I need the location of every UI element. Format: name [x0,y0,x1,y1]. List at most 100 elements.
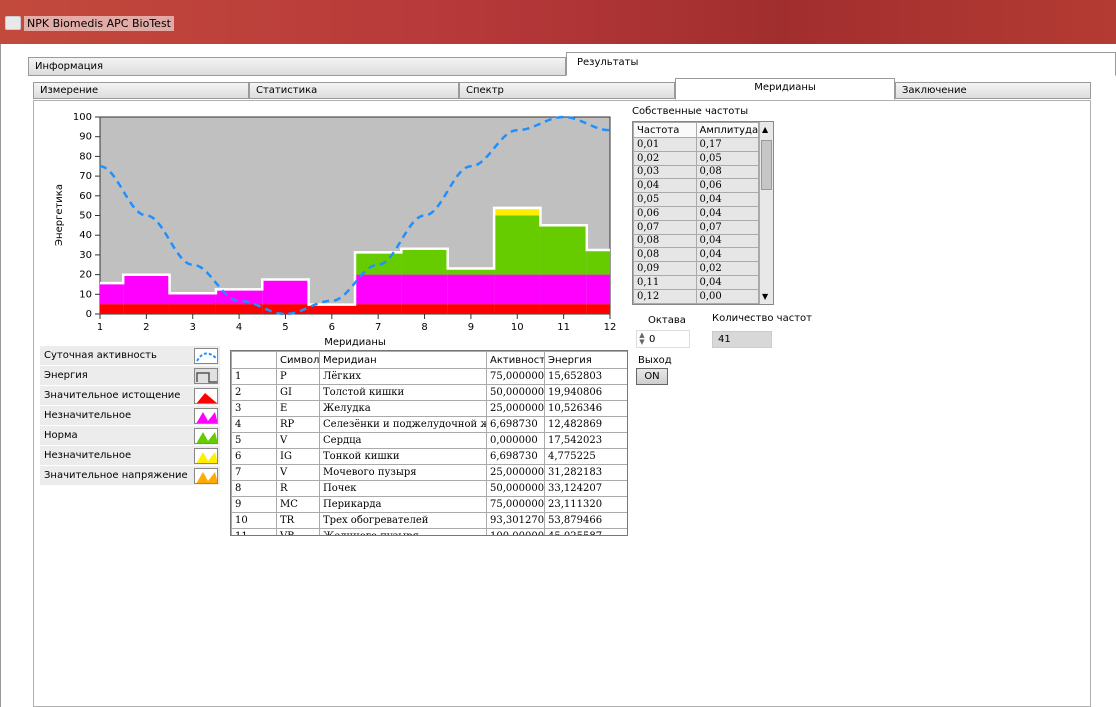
col-header-index [231,351,277,369]
green-area-icon [194,427,218,444]
amplitude-cell: 0,02 [695,261,759,276]
table-cell: 50,000000 [486,384,545,401]
yellow-area-icon [194,447,218,464]
tab-results[interactable]: Результаты [566,52,1116,76]
table-row[interactable]: 1 P Лёгких 75,000000 15,652803 [231,368,627,385]
table-cell: 45,025587 [544,528,627,535]
list-item[interactable]: 0,02 0,05 [633,150,759,166]
legend-item-severe-tension: Значительное напряжение [40,466,220,486]
amplitude-cell: 0,17 [695,137,759,152]
octave-stepper[interactable]: ▲ ▼ 0 [636,330,690,348]
tab-spectrum[interactable]: Спектр [459,82,675,99]
table-cell: 75,000000 [486,368,545,385]
legend-item-severe-depletion: Значительное истощение [40,386,220,406]
frequency-cell: 0,08 [633,233,697,249]
scroll-down-icon[interactable]: ▼ [762,292,768,301]
table-cell: GI [276,384,320,401]
table-cell: 75,000000 [486,496,545,513]
table-cell: 93,301270 [486,512,545,529]
list-item[interactable]: 0,07 0,07 [633,219,759,235]
table-cell: 3 [231,400,277,417]
table-cell: 10 [231,512,277,529]
x-axis-label: Меридианы [324,337,386,347]
col-header-frequency: Частота [633,122,697,138]
list-item[interactable]: 0,05 0,04 [633,192,759,207]
table-row[interactable]: 2 GI Толстой кишки 50,000000 19,940806 [231,384,627,401]
band-fill-10 [494,215,541,275]
table-cell: IG [276,448,320,465]
table-row[interactable]: 11VBЖелчного пузыря100,00000045,025587 [231,528,627,535]
freq-table[interactable]: Частота Амплитуда 0,01 0,17 0,02 0,05 0,03 0,… [632,121,774,305]
tab-conclusion[interactable]: Заключение [895,82,1091,99]
octave-value[interactable]: 0 [647,334,655,345]
meridian-table[interactable]: Символ Меридиан Активность Энергия 1PЛёг… [230,350,628,536]
list-item[interactable]: 0,04 0,06 [633,178,759,194]
amplitude-cell: 0,07 [695,219,759,235]
step-line-icon [194,367,218,384]
table-cell: R [276,480,320,497]
orange-area-icon [194,467,218,484]
table-row[interactable]: 9 MC Перикарда 75,000000 23,111320 [231,496,627,513]
x-tick-label: 10 [511,322,524,333]
band-fill-12 [586,304,610,314]
col-header-meridian: Меридиан [319,351,487,369]
y-tick-label: 0 [86,309,92,320]
table-cell: 100,000000 [486,528,545,535]
table-row[interactable]: 3 E Желудка 25,000000 10,526346 [231,400,627,417]
list-item[interactable]: 0,08 0,04 [633,247,759,263]
table-cell: VB [276,528,320,535]
list-item[interactable]: 0,11 0,04 [633,274,759,290]
amplitude-cell: 0,04 [695,247,759,263]
exit-button[interactable]: ON [636,368,668,385]
title-bar: NPK Biomedis APC BioTest [0,0,1116,44]
freq-scrollbar[interactable]: ▲ ▼ [759,122,773,304]
list-item[interactable]: 0,03 0,08 [633,164,759,180]
list-item[interactable]: 0,12 0,00 [633,288,759,304]
table-cell: MC [276,496,320,513]
band-fill-1 [100,283,124,305]
amplitude-cell: 0,00 [695,288,759,304]
band-fill-8 [401,248,448,275]
y-axis-label: Энергетика [54,184,65,246]
scroll-thumb[interactable] [761,140,772,190]
x-tick-label: 2 [143,322,149,333]
tab-statistics[interactable]: Статистика [249,82,459,99]
table-row[interactable]: 4RPСелезёнки и поджелудочной железы6,698… [231,416,627,433]
table-row[interactable]: 10 TR Трех обогревателей 93,301270 53,879466 [231,512,627,529]
table-row[interactable]: 5 V Сердца 0,000000 17,542023 [231,432,627,449]
x-tick-label: 9 [468,322,474,333]
stepper-arrows-icon[interactable]: ▲ ▼ [637,332,647,346]
amplitude-cell: 0,04 [695,233,759,249]
table-cell: 2 [231,384,277,401]
frequency-cell: 0,11 [633,274,697,290]
list-item[interactable]: 0,08 0,04 [633,233,759,249]
list-item[interactable]: 0,01 0,17 [633,137,759,152]
table-cell: 33,124207 [544,480,627,497]
list-item[interactable]: 0,06 0,04 [633,205,759,221]
frequency-cell: 0,04 [633,178,697,194]
table-cell: 31,282183 [544,464,627,481]
table-cell: Толстой кишки [319,384,487,401]
table-cell: 1 [231,368,277,385]
window-title: NPK Biomedis APC BioTest [24,16,174,31]
y-tick-label: 70 [79,171,92,182]
table-row[interactable]: 7 V Мочевого пузыря 25,000000 31,282183 [231,464,627,481]
list-item[interactable]: 0,09 0,02 [633,261,759,276]
table-cell: Перикарда [319,496,487,513]
x-tick-label: 7 [375,322,381,333]
scroll-up-icon[interactable]: ▲ [762,125,768,134]
y-tick-label: 10 [79,289,92,300]
tab-meridians[interactable]: Меридианы [675,78,895,100]
band-fill-10 [494,274,541,305]
y-tick-label: 100 [73,112,92,123]
table-row[interactable]: 8 R Почек 50,000000 33,124207 [231,480,627,497]
x-tick-label: 4 [236,322,242,333]
dashed-line-icon [194,347,218,364]
table-cell: 6 [231,448,277,465]
tab-measurement[interactable]: Измерение [33,82,249,99]
table-row[interactable]: 6 IG Тонкой кишки 6,698730 4,775225 [231,448,627,465]
frequency-cell: 0,06 [633,205,697,221]
tab-information[interactable]: Информация [28,57,566,76]
frequency-cell: 0,07 [633,219,697,235]
table-cell: E [276,400,320,417]
